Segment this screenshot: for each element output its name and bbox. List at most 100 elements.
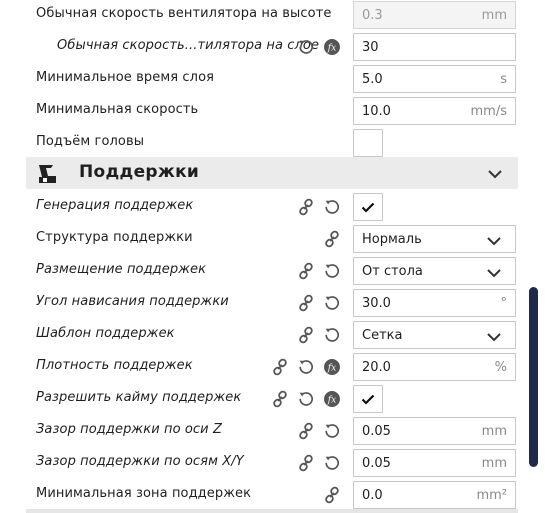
field-value: 5.0 <box>362 72 383 87</box>
setting-label: Обычная скорость вентилятора на высоте <box>36 6 332 21</box>
fan-speed-height-input[interactable]: 0.3 mm <box>353 1 516 29</box>
row-fan-speed-layer: Обычная скорость...тилятора на слое fx 3… <box>26 31 518 63</box>
link-icon[interactable] <box>296 453 316 473</box>
support-brim-checkbox[interactable] <box>353 385 383 413</box>
lift-head-checkbox[interactable] <box>353 129 383 157</box>
link-icon[interactable] <box>296 261 316 281</box>
support-pattern-select[interactable]: Сетка <box>353 321 516 349</box>
chevron-down-icon <box>487 331 501 346</box>
setting-label: Минимальная зона поддержек <box>36 486 252 501</box>
min-speed-input[interactable]: 10.0 mm/s <box>353 97 516 125</box>
setting-label: Минимальная скорость <box>36 102 199 117</box>
field-unit: s <box>500 72 507 87</box>
field-value: 30 <box>362 40 379 55</box>
svg-text:fx: fx <box>327 396 336 406</box>
field-value: 10.0 <box>362 104 391 119</box>
setting-label: Размещение поддержек <box>36 262 207 277</box>
reset-icon[interactable] <box>322 325 342 345</box>
field-unit: ° <box>500 296 508 311</box>
link-icon[interactable] <box>270 389 290 409</box>
setting-label: Обычная скорость...тилятора на слое <box>57 38 320 53</box>
setting-label: Минимальное время слоя <box>36 70 215 85</box>
link-icon[interactable] <box>322 485 342 505</box>
link-icon[interactable] <box>296 421 316 441</box>
row-min-support-area: Минимальная зона поддержек 0.0 mm² <box>26 479 518 511</box>
row-support-density: Плотность поддержек fx 20.0 % <box>26 351 518 383</box>
row-min-layer-time: Минимальное время слоя 5.0 s <box>26 63 518 95</box>
field-unit: mm² <box>476 488 507 503</box>
min-support-area-input[interactable]: 0.0 mm² <box>353 481 516 509</box>
setting-label: Разрешить кайму поддержек <box>36 390 242 405</box>
setting-label: Зазор поддержки по осям X/Y <box>36 454 244 469</box>
support-structure-select[interactable]: Нормаль <box>353 225 516 253</box>
support-z-distance-input[interactable]: 0.05 mm <box>353 417 516 445</box>
reset-icon[interactable] <box>322 421 342 441</box>
field-unit: mm <box>481 8 507 23</box>
reset-icon[interactable] <box>296 37 316 57</box>
svg-text:fx: fx <box>327 44 336 54</box>
row-support-angle: Угол нависания поддержки 30.0 ° <box>26 287 518 319</box>
setting-label: Зазор поддержки по оси Z <box>36 422 222 437</box>
chevron-down-icon <box>487 267 501 282</box>
divider <box>26 509 518 513</box>
field-value: Нормаль <box>362 232 422 247</box>
row-min-speed: Минимальная скорость 10.0 mm/s <box>26 95 518 127</box>
row-support-structure: Структура поддержки Нормаль <box>26 223 518 255</box>
reset-icon[interactable] <box>296 357 316 377</box>
field-value: 0.05 <box>362 424 391 439</box>
link-icon[interactable] <box>322 229 342 249</box>
field-value: 0.3 <box>362 8 383 23</box>
chevron-down-icon <box>487 235 501 250</box>
setting-label: Шаблон поддержек <box>36 326 175 341</box>
field-value: 20.0 <box>362 360 391 375</box>
section-title: Поддержки <box>79 162 200 182</box>
link-icon[interactable] <box>296 293 316 313</box>
min-layer-time-input[interactable]: 5.0 s <box>353 65 516 93</box>
field-unit: mm/s <box>470 104 507 119</box>
setting-label: Структура поддержки <box>36 230 193 245</box>
scrollbar-thumb[interactable] <box>529 287 538 467</box>
fan-speed-layer-input[interactable]: 30 <box>353 33 516 61</box>
support-placement-select[interactable]: От стола <box>353 257 516 285</box>
check-icon <box>361 394 375 405</box>
generate-support-checkbox[interactable] <box>353 193 383 221</box>
row-lift-head: Подъём головы <box>26 127 518 159</box>
setting-label: Генерация поддержек <box>36 198 194 213</box>
link-icon[interactable] <box>296 325 316 345</box>
function-icon[interactable]: fx <box>322 389 342 409</box>
function-icon[interactable]: fx <box>322 37 342 57</box>
row-support-z-distance: Зазор поддержки по оси Z 0.05 mm <box>26 415 518 447</box>
row-support-xy-distance: Зазор поддержки по осям X/Y 0.05 mm <box>26 447 518 479</box>
chevron-down-icon[interactable] <box>488 168 502 183</box>
reset-icon[interactable] <box>322 453 342 473</box>
field-value: 0.0 <box>362 488 383 503</box>
setting-label: Угол нависания поддержки <box>36 294 229 309</box>
check-icon <box>361 202 375 213</box>
function-icon[interactable]: fx <box>322 357 342 377</box>
row-support-placement: Размещение поддержек От стола <box>26 255 518 287</box>
reset-icon[interactable] <box>296 389 316 409</box>
field-value: 0.05 <box>362 456 391 471</box>
support-icon <box>36 163 58 189</box>
field-unit: mm <box>481 424 507 439</box>
field-value: От стола <box>362 264 423 279</box>
section-header-support[interactable]: Поддержки <box>26 157 518 189</box>
reset-icon[interactable] <box>322 197 342 217</box>
field-value: Сетка <box>362 328 403 343</box>
svg-text:fx: fx <box>327 364 336 374</box>
row-fan-speed-height: Обычная скорость вентилятора на высоте 0… <box>26 0 518 31</box>
link-icon[interactable] <box>296 197 316 217</box>
reset-icon[interactable] <box>322 261 342 281</box>
link-icon[interactable] <box>270 357 290 377</box>
settings-panel: Обычная скорость вентилятора на высоте 0… <box>0 0 547 513</box>
support-xy-distance-input[interactable]: 0.05 mm <box>353 449 516 477</box>
field-unit: % <box>494 360 507 375</box>
row-generate-support: Генерация поддержек <box>26 191 518 223</box>
support-angle-input[interactable]: 30.0 ° <box>353 289 516 317</box>
setting-label: Плотность поддержек <box>36 358 193 373</box>
field-unit: mm <box>481 456 507 471</box>
reset-icon[interactable] <box>322 293 342 313</box>
row-support-pattern: Шаблон поддержек Сетка <box>26 319 518 351</box>
row-support-brim: Разрешить кайму поддержек fx <box>26 383 518 415</box>
support-density-input[interactable]: 20.0 % <box>353 353 516 381</box>
